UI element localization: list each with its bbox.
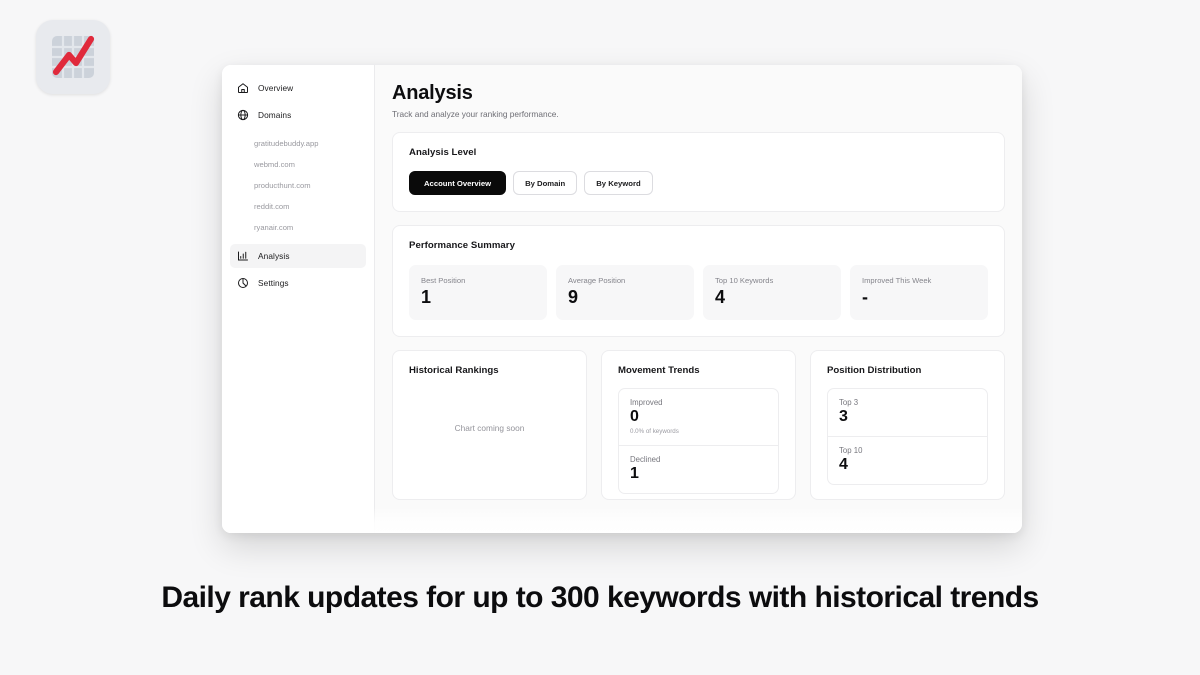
stat-value: 9	[568, 287, 579, 308]
movement-trends-title: Movement Trends	[618, 365, 700, 377]
sidebar: Overview Domains gratitudebuddy.app webm…	[222, 65, 375, 533]
sidebar-item-settings[interactable]: Settings	[230, 271, 366, 295]
metric-label: Declined	[630, 455, 661, 465]
stat-label: Best Position	[421, 276, 466, 286]
stat-tile: Top 10 Keywords 4	[703, 265, 841, 321]
movement-trends-metrics: Improved 0 0.0% of keywords Declined 1	[618, 388, 779, 495]
caption-text: Daily rank updates for up to 300 keyword…	[161, 581, 1039, 614]
app-window: Overview Domains gratitudebuddy.app webm…	[222, 65, 1022, 533]
stat-value: 1	[421, 287, 432, 308]
sidebar-item-label: Settings	[258, 278, 289, 288]
position-distribution-title: Position Distribution	[827, 365, 922, 377]
metric-label: Improved	[630, 398, 663, 408]
sidebar-item-overview[interactable]: Overview	[230, 76, 366, 100]
rank-chart-icon	[52, 35, 95, 78]
stat-value: 4	[715, 287, 726, 308]
metric-sub: 0.0% of keywords	[630, 428, 679, 436]
metric-value: 3	[839, 408, 848, 426]
domain-list-item[interactable]: gratitudebuddy.app	[230, 133, 366, 154]
page-subtitle: Track and analyze your ranking performan…	[392, 109, 559, 120]
bar-chart-icon	[237, 250, 249, 262]
domain-list-item[interactable]: producthunt.com	[230, 175, 366, 196]
movement-trends-panel: Movement Trends Improved 0 0.0% of keywo…	[601, 350, 796, 501]
analysis-level-card: Analysis Level Account Overview By Domai…	[392, 132, 1005, 213]
analysis-panels: Historical Rankings Chart coming soon Mo…	[392, 350, 1005, 501]
level-option-by-keyword[interactable]: By Keyword	[584, 171, 653, 196]
sidebar-item-label: Domains	[258, 110, 292, 120]
domain-list: gratitudebuddy.app webmd.com producthunt…	[230, 133, 366, 238]
historical-rankings-title: Historical Rankings	[409, 365, 499, 377]
metric-label: Top 3	[839, 398, 859, 408]
domain-list-item[interactable]: webmd.com	[230, 154, 366, 175]
page-title: Analysis	[392, 82, 473, 104]
metric-row: Improved 0 0.0% of keywords	[619, 389, 778, 447]
gear-icon	[237, 277, 249, 289]
metric-value: 0	[630, 408, 639, 426]
stat-tile: Average Position 9	[556, 265, 694, 321]
analysis-level-title: Analysis Level	[409, 147, 477, 159]
sidebar-item-analysis[interactable]: Analysis	[230, 244, 366, 268]
stat-label: Average Position	[568, 276, 626, 286]
sidebar-item-domains[interactable]: Domains	[230, 103, 366, 127]
domain-list-item[interactable]: ryanair.com	[230, 217, 366, 238]
performance-stats: Best Position 1 Average Position 9 Top 1…	[409, 265, 988, 321]
stat-tile: Improved This Week -	[850, 265, 988, 321]
historical-rankings-panel: Historical Rankings Chart coming soon	[392, 350, 587, 501]
position-distribution-metrics: Top 3 3 Top 10 4	[827, 388, 988, 486]
metric-row: Declined 1	[619, 446, 778, 493]
stat-label: Top 10 Keywords	[715, 276, 774, 286]
metric-row: Top 3 3	[828, 389, 987, 438]
main-content: Analysis Track and analyze your ranking …	[375, 65, 1022, 533]
home-icon	[237, 82, 249, 94]
globe-icon	[237, 109, 249, 121]
performance-summary-title: Performance Summary	[409, 240, 515, 252]
stat-value: -	[862, 287, 868, 308]
performance-summary-card: Performance Summary Best Position 1 Aver…	[392, 225, 1005, 338]
position-distribution-panel: Position Distribution Top 3 3 Top 10 4	[810, 350, 1005, 501]
metric-row: Top 10 4	[828, 437, 987, 484]
metric-value: 1	[630, 465, 639, 483]
sidebar-item-label: Analysis	[258, 251, 290, 261]
level-option-by-domain[interactable]: By Domain	[513, 171, 578, 196]
app-icon	[36, 20, 110, 94]
sidebar-item-label: Overview	[258, 83, 294, 93]
domain-list-item[interactable]: reddit.com	[230, 196, 366, 217]
stat-label: Improved This Week	[862, 276, 932, 286]
metric-label: Top 10	[839, 446, 863, 456]
analysis-level-options: Account Overview By Domain By Keyword	[409, 171, 988, 196]
chart-placeholder: Chart coming soon	[454, 423, 525, 434]
level-option-account-overview[interactable]: Account Overview	[409, 171, 507, 196]
stat-tile: Best Position 1	[409, 265, 547, 321]
metric-value: 4	[839, 456, 848, 474]
